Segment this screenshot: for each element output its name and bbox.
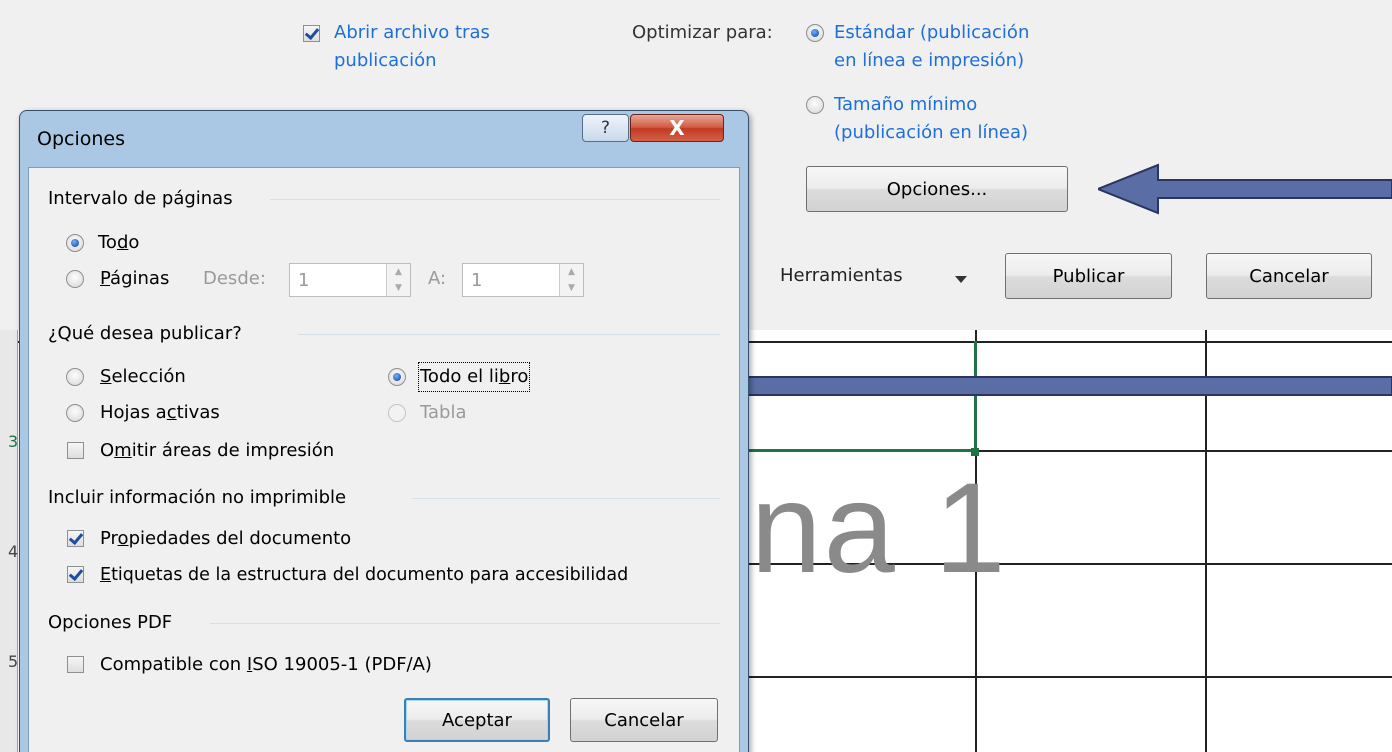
open-file-label-line2: publicación (334, 50, 437, 71)
active-sheets-radio[interactable] (66, 404, 84, 422)
publish-cancel-button[interactable]: Cancelar (1206, 253, 1372, 299)
grid-line (975, 450, 1392, 452)
close-button[interactable]: X (630, 114, 724, 142)
to-value: 1 (471, 270, 483, 291)
page-range-all-label: Todo (98, 232, 140, 253)
page-range-all-radio[interactable] (66, 234, 84, 252)
optimize-standard-label-line2: en línea e impresión) (834, 50, 1025, 71)
whole-book-radio[interactable] (388, 368, 406, 386)
optimize-standard-label: Estándar (publicación (834, 22, 1030, 43)
whole-book-label: Todo el libro (417, 362, 531, 392)
help-button[interactable]: ? (582, 114, 629, 142)
row-number: 4 (8, 542, 19, 561)
to-spinner[interactable]: 1 ▲ ▼ (462, 263, 584, 297)
options-button[interactable]: Opciones... (806, 166, 1068, 212)
tools-dropdown-icon[interactable] (955, 276, 967, 283)
selection-radio[interactable] (66, 368, 84, 386)
page-range-group-title: Intervalo de páginas (48, 188, 233, 209)
optimize-minimum-label-line2: (publicación en línea) (834, 122, 1028, 143)
from-label: Desde: (203, 268, 266, 289)
non-printing-group-title: Incluir información no imprimible (48, 487, 347, 508)
row-number: 3 (8, 432, 19, 451)
optimize-minimum-label: Tamaño mínimo (834, 94, 978, 115)
ignore-print-areas-label: Omitir áreas de impresión (100, 440, 335, 461)
ignore-print-areas-checkbox[interactable] (67, 442, 84, 459)
page-range-pages-radio[interactable] (66, 270, 84, 288)
open-file-checkbox[interactable] (303, 25, 320, 42)
iso-compatible-label: Compatible con ISO 19005-1 (PDF/A) (100, 654, 432, 675)
structure-tags-checkbox[interactable] (67, 566, 84, 583)
optimize-standard-radio[interactable] (806, 24, 824, 42)
selection-label: Selección (100, 366, 186, 387)
grid-line (740, 676, 1392, 678)
structure-tags-label: Etiquetas de la estructura del documento… (100, 565, 629, 585)
group-divider (270, 199, 720, 200)
from-value: 1 (298, 270, 310, 291)
spin-up-icon[interactable]: ▲ (386, 264, 410, 280)
close-icon: X (669, 116, 685, 140)
iso-compatible-checkbox[interactable] (67, 656, 84, 673)
publish-button[interactable]: Publicar (1005, 253, 1172, 299)
options-dialog-title: Opciones (37, 128, 125, 150)
group-divider (298, 334, 720, 335)
spin-up-icon[interactable]: ▲ (559, 264, 583, 280)
pdf-options-group-title: Opciones PDF (48, 612, 173, 633)
from-spinner[interactable]: 1 ▲ ▼ (289, 263, 411, 297)
help-icon: ? (600, 118, 611, 138)
page-watermark: ina 1 (720, 457, 1008, 600)
spin-down-icon[interactable]: ▼ (386, 280, 410, 296)
group-divider (412, 498, 720, 499)
arrow-to-options-button (1098, 163, 1392, 215)
page-range-pages-label: Páginas (100, 268, 170, 289)
table-label: Tabla (420, 402, 467, 423)
what-to-publish-group-title: ¿Qué desea publicar? (48, 323, 242, 344)
optimize-label: Optimizar para: (632, 22, 773, 43)
row-header: 3 4 5 (0, 330, 18, 752)
optimize-minimum-radio[interactable] (806, 96, 824, 114)
document-properties-label: Propiedades del documento (100, 528, 352, 549)
row-number: 5 (8, 652, 19, 671)
group-divider (210, 623, 720, 624)
active-sheets-label: Hojas activas (100, 402, 220, 423)
open-file-label: Abrir archivo tras (334, 22, 490, 43)
options-cancel-button[interactable]: Cancelar (570, 698, 718, 742)
accept-button[interactable]: Aceptar (404, 698, 550, 742)
document-properties-checkbox[interactable] (67, 530, 84, 547)
spin-down-icon[interactable]: ▼ (559, 280, 583, 296)
to-label: A: (428, 268, 447, 289)
tools-menu-label[interactable]: Herramientas (780, 263, 903, 289)
table-radio (388, 404, 406, 422)
